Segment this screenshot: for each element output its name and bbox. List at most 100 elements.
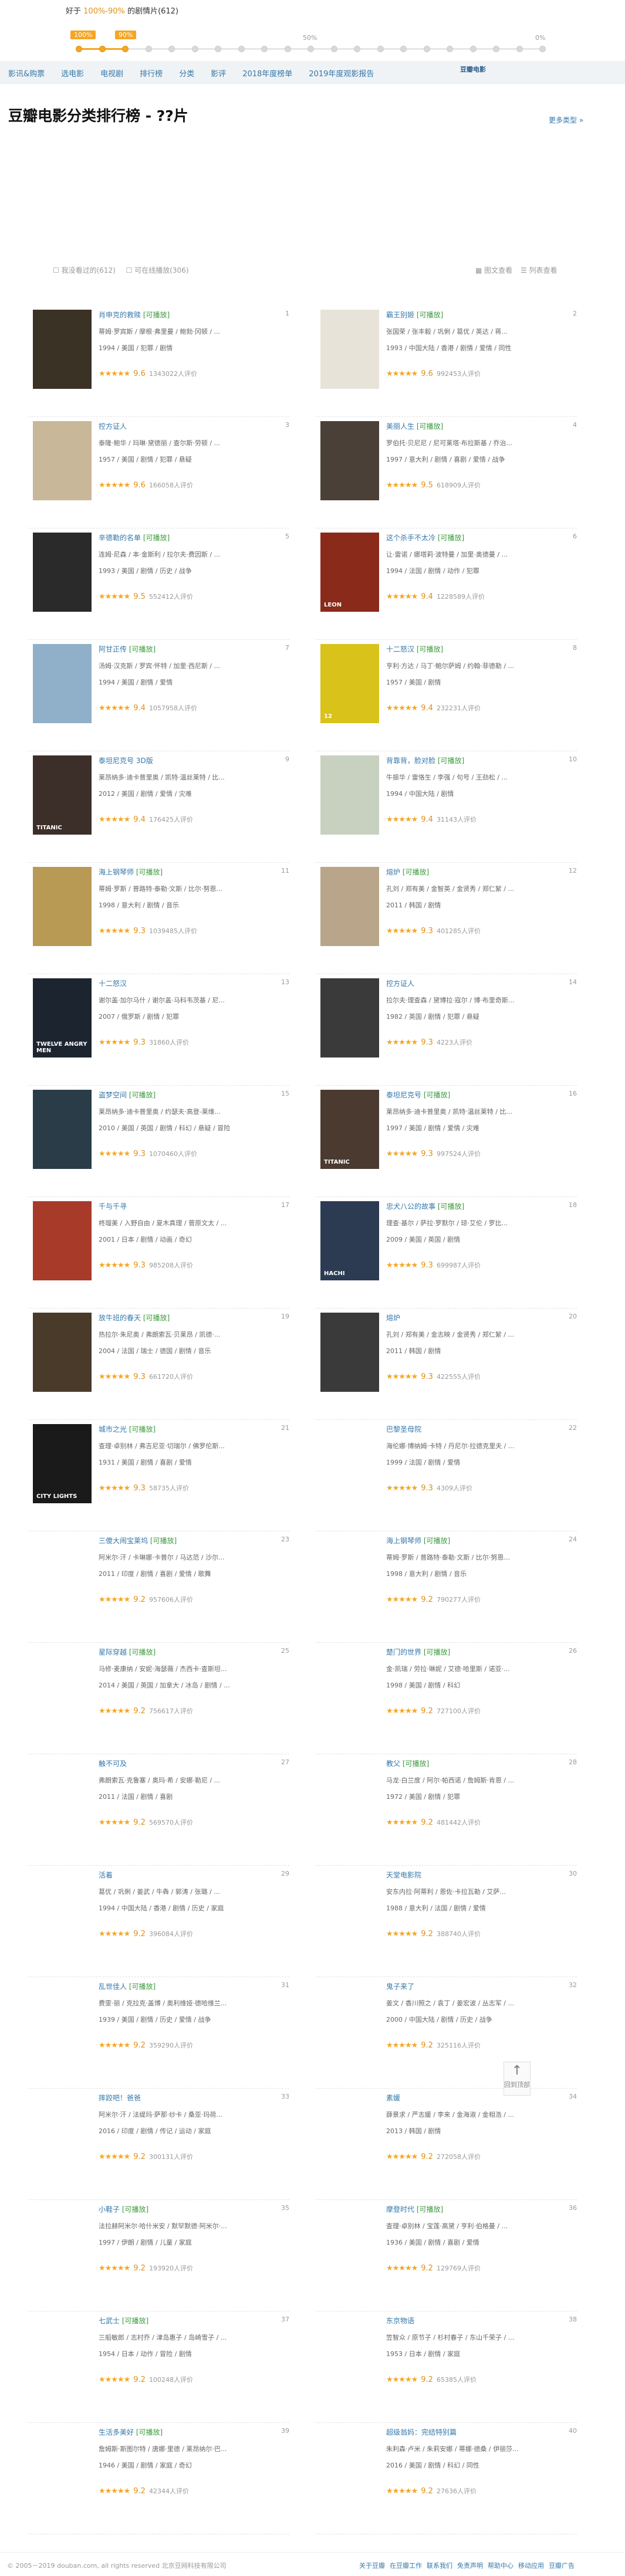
movie-poster[interactable] <box>33 867 92 946</box>
movie-poster[interactable] <box>320 867 379 946</box>
slider-tick[interactable] <box>191 46 198 52</box>
movie-poster[interactable] <box>320 755 379 835</box>
movie-title-link[interactable]: 三傻大闹宝莱坞 <box>99 1537 148 1545</box>
movie-title-link[interactable]: 教父 <box>386 1760 400 1768</box>
movie-title-link[interactable]: 阿甘正传 <box>99 645 127 653</box>
movie-title-link[interactable]: 控方证人 <box>99 422 127 431</box>
footer-link[interactable]: 免责声明 <box>457 2562 483 2570</box>
movie-poster[interactable] <box>320 310 379 389</box>
movie-title-link[interactable]: 天堂电影院 <box>386 1871 421 1879</box>
movie-title-link[interactable]: 摩登时代 <box>386 2205 414 2214</box>
movie-poster[interactable] <box>33 421 92 500</box>
playable-tag[interactable]: [可播放] <box>122 2205 148 2214</box>
playable-tag[interactable]: [可播放] <box>424 1091 450 1099</box>
nav-item[interactable]: 影评 <box>211 67 226 79</box>
footer-link[interactable]: 关于豆瓣 <box>359 2562 385 2570</box>
slider-tick[interactable] <box>493 46 499 52</box>
playable-tag[interactable]: [可播放] <box>143 1314 170 1322</box>
playable-tag[interactable]: [可播放] <box>136 868 163 876</box>
image-view-button[interactable]: ▦ 图文查看 <box>475 266 512 274</box>
slider-tick[interactable] <box>215 46 221 52</box>
movie-title-link[interactable]: 触不可及 <box>99 1760 127 1768</box>
playable-tag[interactable]: [可播放] <box>417 311 443 319</box>
movie-title-link[interactable]: 海上钢琴师 <box>386 1537 421 1545</box>
nav-item[interactable]: 影讯&购票 <box>8 67 45 79</box>
movie-title-link[interactable]: 放牛班的春天 <box>99 1314 141 1322</box>
movie-title-link[interactable]: 十二怒汉 <box>99 979 127 988</box>
movie-title-link[interactable]: 超级翁妈：完结特别篇 <box>386 2428 457 2436</box>
nav-item[interactable]: 选电影 <box>61 67 84 79</box>
movie-poster[interactable] <box>33 310 92 389</box>
movie-title-link[interactable]: 泰坦尼克号 <box>386 1091 421 1099</box>
playable-tag[interactable]: [可播放] <box>438 1202 464 1211</box>
movie-poster[interactable] <box>33 1090 92 1169</box>
movie-title-link[interactable]: 控方证人 <box>386 979 414 988</box>
movie-poster[interactable] <box>33 644 92 723</box>
playable-tag[interactable]: [可播放] <box>129 1982 156 1991</box>
slider-tick[interactable] <box>330 46 337 52</box>
movie-poster[interactable] <box>320 421 379 500</box>
slider-tick[interactable] <box>516 46 523 52</box>
playable-tag[interactable]: [可播放] <box>417 422 443 431</box>
slider-tick[interactable] <box>377 46 384 52</box>
nav-item[interactable]: 2019年度观影报告 <box>309 67 374 79</box>
slider-tick[interactable] <box>539 46 546 52</box>
playable-tag[interactable]: [可播放] <box>438 757 464 765</box>
movie-poster[interactable]: TITANIC <box>33 755 92 835</box>
slider-tick[interactable] <box>122 46 129 52</box>
slider-tick[interactable] <box>284 46 291 52</box>
watched-filter-checkbox[interactable]: ☐ 我没看过的(612) <box>53 266 116 274</box>
movie-title-link[interactable]: 海上钢琴师 <box>99 868 134 876</box>
playable-tag[interactable]: [可播放] <box>136 2428 163 2436</box>
slider-tick[interactable] <box>423 46 430 52</box>
movie-title-link[interactable]: 霸王别姬 <box>386 311 414 319</box>
slider-tick[interactable] <box>354 46 360 52</box>
movie-poster[interactable] <box>33 1201 92 1280</box>
movie-poster[interactable] <box>33 533 92 612</box>
movie-title-link[interactable]: 美丽人生 <box>386 422 414 431</box>
footer-link[interactable]: 帮助中心 <box>488 2562 513 2570</box>
movie-title-link[interactable]: 星际穿越 <box>99 1648 127 1656</box>
movie-title-link[interactable]: 十二怒汉 <box>386 645 414 653</box>
playable-tag[interactable]: [可播放] <box>438 534 464 542</box>
footer-link[interactable]: 移动应用 <box>518 2562 544 2570</box>
nav-item[interactable]: 2018年度榜单 <box>242 67 292 79</box>
playable-tag[interactable]: [可播放] <box>129 1425 156 1433</box>
movie-title-link[interactable]: 七武士 <box>99 2317 120 2325</box>
slider-tick[interactable] <box>99 46 106 52</box>
movie-title-link[interactable]: 小鞋子 <box>99 2205 120 2214</box>
more-types-link[interactable]: 更多类型 » <box>549 115 583 125</box>
movie-title-link[interactable]: 巴黎圣母院 <box>386 1425 421 1433</box>
slider-tick[interactable] <box>469 46 477 52</box>
slider-tick[interactable] <box>238 46 245 52</box>
movie-poster[interactable] <box>33 1313 92 1392</box>
movie-poster[interactable]: TWELVE ANGRY MEN <box>33 978 92 1057</box>
movie-poster[interactable]: LEON <box>320 533 379 612</box>
playable-tag[interactable]: [可播放] <box>143 311 170 319</box>
playable-tag[interactable]: [可播放] <box>403 868 429 876</box>
slider-tick[interactable] <box>308 46 314 52</box>
movie-title-link[interactable]: 素媛 <box>386 2094 400 2102</box>
playable-filter-checkbox[interactable]: ☐ 可在线播放(306) <box>126 266 189 274</box>
nav-item[interactable]: 电视剧 <box>100 67 123 79</box>
back-to-top-button[interactable]: ↑ 回到顶部 <box>504 2062 531 2096</box>
slider-tick[interactable] <box>168 46 175 52</box>
slider-tick[interactable] <box>145 46 152 52</box>
movie-title-link[interactable]: 楚门的世界 <box>386 1648 421 1656</box>
movie-title-link[interactable]: 盗梦空间 <box>99 1091 127 1099</box>
playable-tag[interactable]: [可播放] <box>424 1537 450 1545</box>
movie-poster[interactable]: TITANIC <box>320 1090 379 1169</box>
movie-title-link[interactable]: 千与千寻 <box>99 1202 127 1211</box>
nav-item[interactable]: 分类 <box>179 67 194 79</box>
slider-handle-left[interactable]: 100% <box>70 30 96 39</box>
movie-title-link[interactable]: 乱世佳人 <box>99 1982 127 1991</box>
slider-tick[interactable] <box>400 46 407 52</box>
playable-tag[interactable]: [可播放] <box>122 2317 148 2325</box>
playable-tag[interactable]: [可播放] <box>424 1648 450 1656</box>
playable-tag[interactable]: [可播放] <box>129 645 156 653</box>
movie-title-link[interactable]: 活着 <box>99 1871 113 1879</box>
movie-poster[interactable]: CITY LIGHTS <box>33 1424 92 1503</box>
movie-title-link[interactable]: 辛德勒的名单 <box>99 534 141 542</box>
playable-tag[interactable]: [可播放] <box>417 645 443 653</box>
movie-title-link[interactable]: 城市之光 <box>99 1425 127 1433</box>
